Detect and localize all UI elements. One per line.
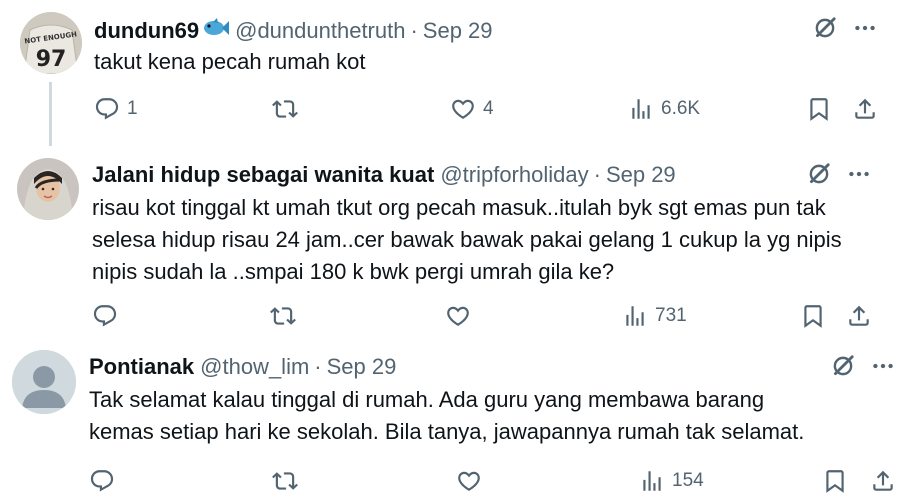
default-avatar[interactable] bbox=[12, 350, 76, 414]
like-icon bbox=[450, 96, 476, 122]
grok-icon[interactable] bbox=[812, 15, 838, 46]
tweet-date[interactable]: Sep 29 bbox=[423, 18, 493, 44]
bookmark-icon bbox=[822, 468, 848, 494]
like-button[interactable] bbox=[445, 303, 478, 329]
share-icon bbox=[870, 468, 896, 494]
like-count: 4 bbox=[483, 98, 494, 119]
views-count: 154 bbox=[672, 470, 704, 491]
reply-icon bbox=[94, 96, 120, 122]
views-button[interactable]: 6.6K bbox=[628, 96, 700, 122]
more-icon[interactable] bbox=[852, 15, 878, 46]
tweet-date[interactable]: Sep 29 bbox=[606, 162, 676, 188]
share-button[interactable] bbox=[870, 468, 896, 494]
reply-icon bbox=[92, 303, 118, 329]
user-handle[interactable]: @thow_lim bbox=[200, 354, 309, 380]
tweet-text: takut kena pecah rumah kot bbox=[94, 46, 366, 78]
display-name[interactable]: dundun69 bbox=[94, 18, 199, 44]
retweet-icon bbox=[270, 303, 296, 329]
views-count: 731 bbox=[655, 305, 687, 326]
tweet-text-line: selesa hidup risau 24 jam..cer bawak baw… bbox=[92, 227, 842, 252]
tweet-text: Tak selamat kalau tinggal di rumah. Ada … bbox=[89, 384, 804, 448]
retweet-button[interactable] bbox=[272, 96, 305, 122]
more-icon[interactable] bbox=[870, 353, 896, 384]
bookmark-icon bbox=[800, 303, 826, 329]
retweet-icon bbox=[272, 468, 298, 494]
views-button[interactable]: 154 bbox=[639, 468, 704, 494]
tweet-text-line: kemas setiap hari ke sekolah. Bila tanya… bbox=[89, 419, 805, 444]
tweet-1[interactable]: NOT ENOUGH 97 dundun69 @dundunthetruth ·… bbox=[0, 0, 907, 150]
tweet-text: risau kot tinggal kt umah tkut org pecah… bbox=[92, 192, 842, 288]
profile-photo bbox=[17, 158, 79, 220]
separator-dot: · bbox=[314, 354, 322, 379]
reply-button[interactable] bbox=[89, 468, 122, 494]
tweet-3[interactable]: Pontianak @thow_lim · Sep 29 Tak selamat… bbox=[0, 340, 907, 502]
reply-icon bbox=[89, 468, 115, 494]
separator-dot: · bbox=[593, 162, 601, 187]
views-icon bbox=[628, 96, 654, 122]
bookmark-button[interactable] bbox=[806, 96, 832, 122]
thread-connector-line bbox=[49, 82, 52, 146]
like-button[interactable]: 4 bbox=[450, 96, 494, 122]
reply-button[interactable] bbox=[92, 303, 125, 329]
reply-count: 1 bbox=[127, 98, 138, 119]
svg-text:97: 97 bbox=[36, 47, 67, 72]
views-count: 6.6K bbox=[661, 98, 701, 119]
retweet-button[interactable] bbox=[270, 303, 303, 329]
user-handle[interactable]: @tripforholiday bbox=[440, 162, 588, 188]
tweet-text-line: risau kot tinggal kt umah tkut org pecah… bbox=[92, 195, 826, 220]
tweet-text-line: nipis sudah la ..smpai 180 k bwk pergi u… bbox=[92, 259, 615, 284]
bookmark-button[interactable] bbox=[822, 468, 848, 494]
reply-button[interactable]: 1 bbox=[94, 96, 138, 122]
tweet-text-line: Tak selamat kalau tinggal di rumah. Ada … bbox=[89, 387, 765, 412]
like-icon bbox=[456, 468, 482, 494]
user-handle[interactable]: @dundunthetruth bbox=[235, 18, 405, 44]
display-name[interactable]: Pontianak bbox=[89, 354, 194, 380]
tweet-2[interactable]: Jalani hidup sebagai wanita kuat @tripfo… bbox=[0, 150, 907, 340]
views-icon bbox=[622, 303, 648, 329]
like-icon bbox=[445, 303, 471, 329]
fish-emoji-icon bbox=[201, 16, 230, 44]
share-icon bbox=[846, 303, 872, 329]
jersey-photo: NOT ENOUGH 97 bbox=[20, 12, 82, 74]
grok-icon[interactable] bbox=[806, 161, 832, 192]
retweet-button[interactable] bbox=[272, 468, 305, 494]
bookmark-button[interactable] bbox=[800, 303, 826, 329]
views-icon bbox=[639, 468, 665, 494]
tweet-text-line: takut kena pecah rumah kot bbox=[94, 49, 366, 74]
separator-dot: · bbox=[410, 18, 418, 43]
retweet-icon bbox=[272, 96, 298, 122]
more-icon[interactable] bbox=[846, 161, 872, 192]
avatar[interactable]: NOT ENOUGH 97 bbox=[20, 12, 82, 74]
grok-icon[interactable] bbox=[830, 353, 856, 384]
tweet-date[interactable]: Sep 29 bbox=[327, 354, 397, 380]
share-button[interactable] bbox=[852, 96, 878, 122]
bookmark-icon bbox=[806, 96, 832, 122]
views-button[interactable]: 731 bbox=[622, 303, 687, 329]
like-button[interactable] bbox=[456, 468, 489, 494]
share-button[interactable] bbox=[846, 303, 872, 329]
display-name[interactable]: Jalani hidup sebagai wanita kuat bbox=[92, 162, 434, 188]
avatar[interactable] bbox=[17, 158, 79, 220]
default-avatar-icon bbox=[12, 350, 76, 414]
share-icon bbox=[852, 96, 878, 122]
